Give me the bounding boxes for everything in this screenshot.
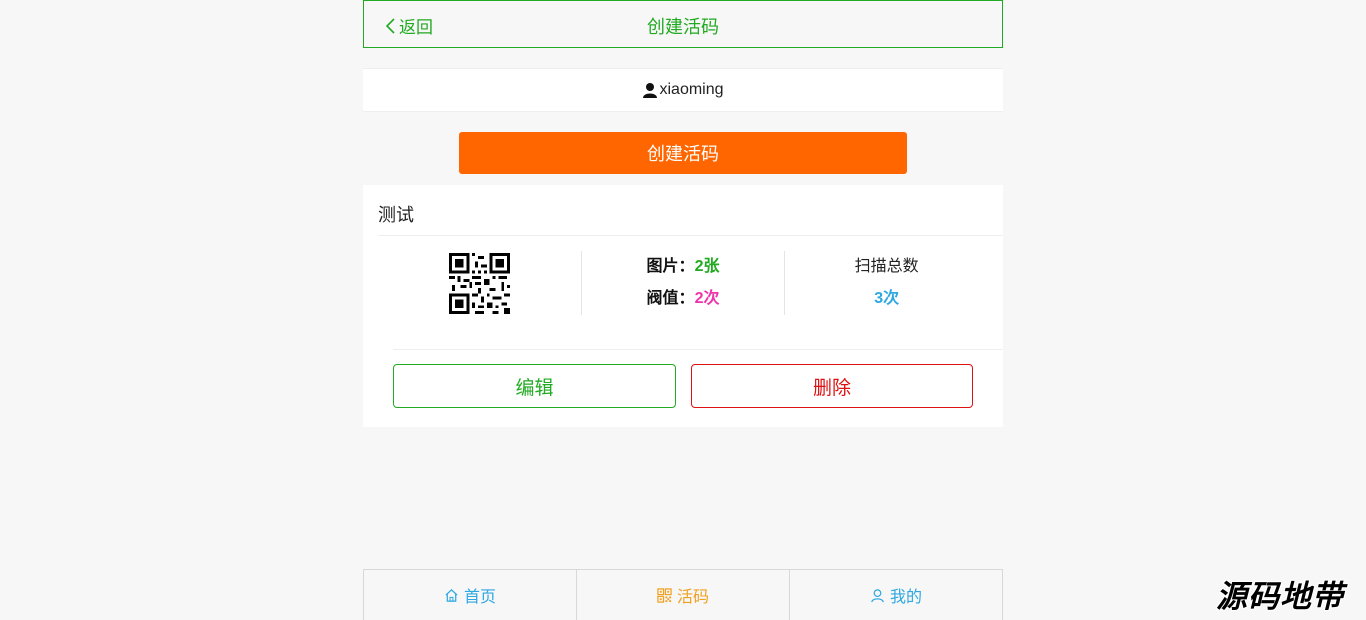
- qr-column: [378, 251, 581, 315]
- home-icon: [445, 588, 458, 602]
- tab-livecode[interactable]: 活码: [576, 570, 789, 620]
- page-title: 创建活码: [647, 17, 719, 37]
- card-stats: 图片：2张 阀值：2次 扫描总数 3次: [378, 251, 988, 315]
- threshold-label: 阀值：: [646, 290, 695, 307]
- username: xiaoming: [659, 81, 724, 98]
- delete-button[interactable]: 删除: [691, 364, 973, 408]
- tab-home-label: 首页: [463, 589, 496, 606]
- user-bar: xiaoming: [363, 68, 1003, 112]
- scan-total-label: 扫描总数: [854, 258, 919, 275]
- threshold-stat: 阀值：2次: [647, 283, 720, 315]
- tab-me-label: 我的: [889, 589, 922, 606]
- watermark-logo: 源码地带: [1216, 579, 1344, 615]
- tab-me[interactable]: 我的: [789, 570, 1003, 620]
- images-stat: 图片：2张: [647, 251, 720, 283]
- edit-button[interactable]: 编辑: [393, 364, 676, 408]
- header: 返回 创建活码: [363, 0, 1003, 48]
- card-title: 测试: [378, 205, 414, 225]
- tab-home[interactable]: 首页: [363, 570, 576, 620]
- scan-total-value: 3次: [874, 290, 900, 307]
- divider: [378, 235, 1003, 236]
- divider: [393, 349, 1003, 350]
- images-label: 图片：: [646, 258, 695, 275]
- user-avatar-icon: [643, 83, 658, 98]
- stats-column: 图片：2张 阀值：2次: [580, 251, 785, 315]
- user-icon: [871, 588, 884, 602]
- create-livecode-button[interactable]: 创建活码: [459, 132, 907, 174]
- tab-livecode-label: 活码: [676, 589, 709, 606]
- threshold-value: 2次: [694, 290, 720, 307]
- qrcode-image[interactable]: [448, 252, 510, 314]
- bottom-tab-bar: 首页 活码 我的: [363, 569, 1003, 620]
- scan-column: 扫描总数 3次: [784, 251, 988, 315]
- livecode-card: 测试 图片：2张 阀值：2次 扫描总数 3次 编辑 删除: [363, 185, 1003, 427]
- qrcode-icon: [657, 587, 672, 603]
- app-container: 返回 创建活码 xiaoming 创建活码 测试 图片：2张 阀值：2次 扫描总…: [363, 0, 1003, 620]
- images-value: 2张: [694, 258, 720, 275]
